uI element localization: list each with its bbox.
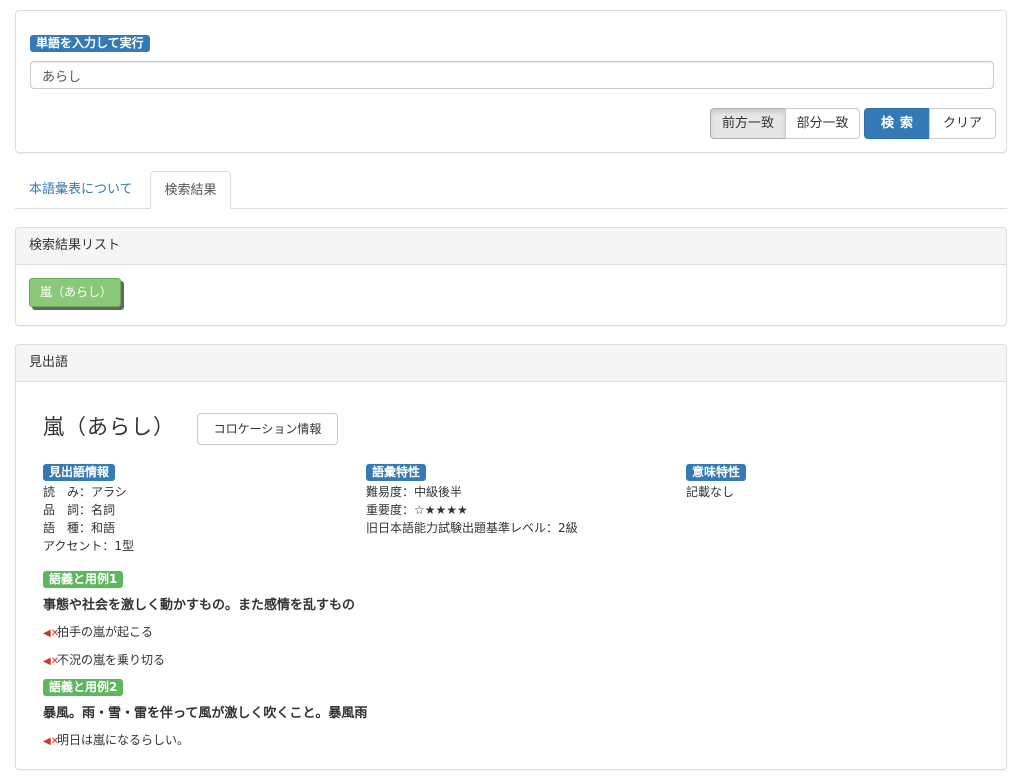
- speaker-mute-icon[interactable]: ◀✕: [43, 649, 59, 675]
- search-button[interactable]: 検索: [864, 108, 930, 139]
- search-panel: 単語を入力して実行 前方一致 部分一致 検索 クリア: [15, 10, 1007, 153]
- meaning-line: 記載なし: [686, 485, 735, 499]
- pos-line: 品 詞：名詞: [43, 503, 116, 517]
- meaning-info-label: 意味特性: [686, 464, 747, 481]
- prefix-match-button[interactable]: 前方一致: [710, 108, 786, 139]
- headword: 嵐（あらし）: [43, 415, 175, 439]
- vocab-info-label: 語彙特性: [366, 464, 427, 481]
- result-item[interactable]: 嵐（あらし）: [29, 278, 121, 307]
- tab-about[interactable]: 本語彙表について: [15, 171, 147, 209]
- difficulty-line: 難易度：中級後半: [366, 485, 463, 499]
- sense-2-definition: 暴風。雨・雪・雷を伴って風が激しく吹くこと。暴風雨: [43, 706, 368, 721]
- sense-1: 語義と用例1 事態や社会を激しく動かすもの。また感情を乱すもの ◀✕拍手の嵐が起…: [43, 571, 355, 675]
- example-item: ◀✕不況の嵐を乗り切る: [43, 647, 355, 675]
- accent-line: アクセント：1型: [43, 539, 135, 553]
- speaker-mute-icon[interactable]: ◀✕: [43, 729, 59, 755]
- headword-info-label: 見出語情報: [43, 464, 116, 481]
- clear-button[interactable]: クリア: [929, 108, 996, 139]
- tab-results[interactable]: 検索結果: [150, 171, 231, 209]
- sense-1-definition: 事態や社会を激しく動かすもの。また感情を乱すもの: [43, 598, 356, 613]
- sense-2: 語義と用例2 暴風。雨・雪・雷を伴って風が激しく吹くこと。暴風雨 ◀✕明日は嵐に…: [43, 679, 367, 755]
- jlpt-level-line: 旧日本語能力試験出題基準レベル：2級: [366, 521, 578, 535]
- entry-heading: 見出語: [16, 345, 1006, 382]
- results-panel: 検索結果リスト 嵐（あらし）: [15, 227, 1007, 326]
- partial-match-button[interactable]: 部分一致: [785, 108, 860, 139]
- importance-line: 重要度：☆★★★★: [366, 503, 468, 517]
- reading-line: 読 み：アラシ: [43, 485, 127, 499]
- sense-1-label: 語義と用例1: [43, 571, 124, 588]
- meaning-info: 意味特性 記載なし: [686, 463, 747, 501]
- search-label: 単語を入力して実行: [30, 35, 150, 52]
- collocation-button[interactable]: コロケーション情報: [197, 413, 338, 445]
- word-type-line: 語 種：和語: [43, 521, 116, 535]
- vocab-info: 語彙特性 難易度：中級後半 重要度：☆★★★★ 旧日本語能力試験出題基準レベル：…: [366, 463, 578, 537]
- tab-bar: 本語彙表について 検索結果: [15, 171, 1007, 209]
- example-item: ◀✕明日は嵐になるらしい。: [43, 727, 367, 755]
- headword-info: 見出語情報 読 み：アラシ 品 詞：名詞 語 種：和語 アクセント：1型: [43, 463, 134, 555]
- sense-2-label: 語義と用例2: [43, 679, 124, 696]
- speaker-mute-icon[interactable]: ◀✕: [43, 621, 59, 647]
- results-heading: 検索結果リスト: [16, 228, 1006, 265]
- example-item: ◀✕拍手の嵐が起こる: [43, 619, 355, 647]
- entry-panel: 見出語 嵐（あらし） コロケーション情報 見出語情報 読 み：アラシ 品 詞：名…: [15, 344, 1007, 770]
- search-input[interactable]: [30, 61, 994, 89]
